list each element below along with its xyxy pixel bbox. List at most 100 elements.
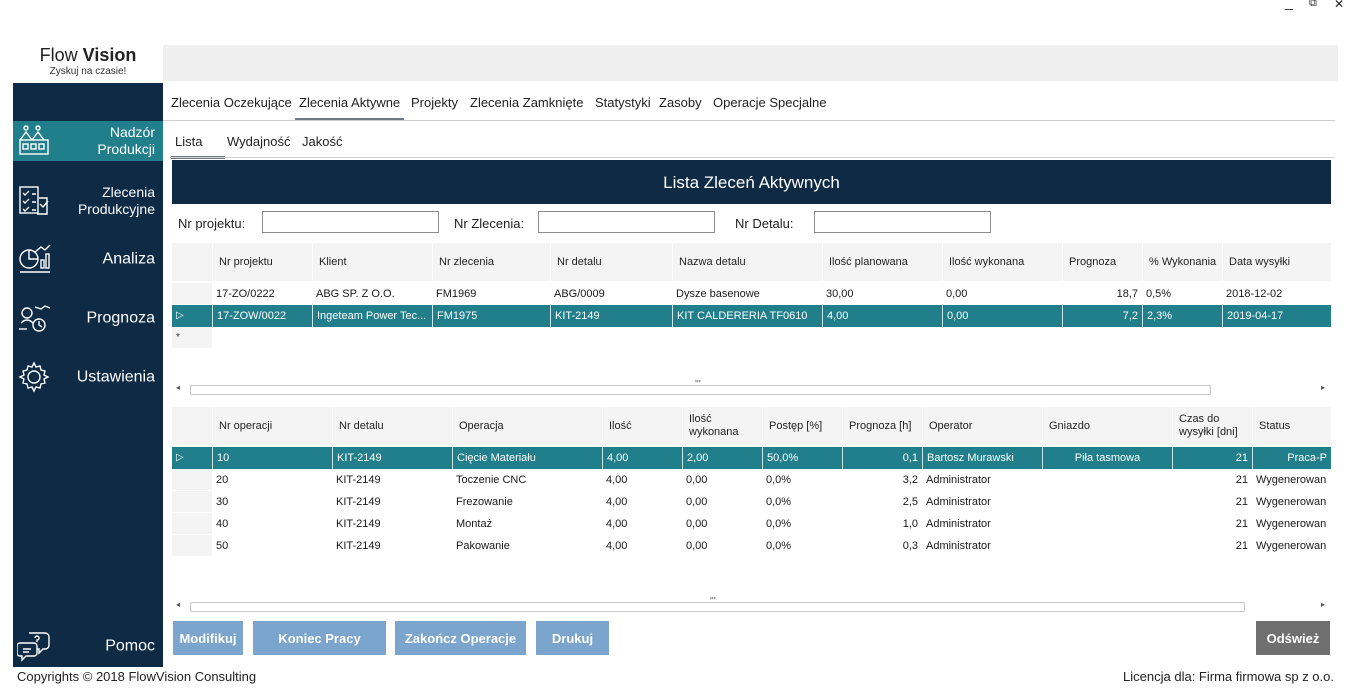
cell-detail-no: KIT-2149 [332,447,452,469]
cell-detail-no: KIT-2149 [336,540,381,552]
tab-zasoby[interactable]: Zasoby [655,94,706,118]
factory-icon [19,125,49,155]
minimize-button[interactable]: _ [1285,0,1293,10]
column-header[interactable]: Prognoza [1062,243,1142,281]
cell-op-no: 10 [212,447,332,469]
table-row[interactable]: 20 KIT-2149 Toczenie CNC 4,00 0,00 0,0% … [172,469,1331,491]
new-row[interactable]: * [172,327,1331,349]
sidebar: Nadzór Produkcji Zlecenia Produkcyjne Anal… [13,83,163,667]
restore-button[interactable]: ⧉ [1309,0,1317,10]
order-filter-input[interactable] [538,211,715,233]
finish-operations-button[interactable]: Zakończ Operacje [395,621,526,655]
column-header[interactable]: Ilość wykonana [682,407,762,445]
scroll-left-icon[interactable]: ◂ [176,383,180,392]
sidebar-item-zlecenia-produkcyjne[interactable]: Zlecenia Produkcyjne [13,181,163,221]
page-title: Lista Zleceń Aktywnych [172,160,1331,204]
column-header[interactable]: % Wykonania [1142,243,1222,281]
analytics-icon [19,244,51,273]
tab-statystyki[interactable]: Statystyki [591,94,655,118]
column-header[interactable]: Status [1252,407,1331,445]
copyright-text: Copyrights © 2018 FlowVision Consulting [17,669,257,684]
scroll-grip-icon[interactable]: ''' [710,596,716,607]
column-header[interactable]: Nazwa detalu [672,243,822,281]
column-header[interactable]: Czas do wysyłki [dni] [1172,407,1252,445]
cell-operator: Administrator [926,474,991,486]
cell-days-to-ship: 21 [1235,518,1248,530]
column-header[interactable]: Ilość planowana [822,243,942,281]
scroll-track[interactable] [190,602,1245,612]
cell-progress: 0,0% [766,474,792,486]
sidebar-item-ustawienia[interactable]: Ustawienia [13,357,163,397]
subtab-lista[interactable]: Lista [171,134,225,159]
close-button[interactable]: ✕ [1334,0,1344,11]
cell-days-to-ship: 21 [1235,474,1248,486]
scroll-grip-icon[interactable]: ''' [695,379,701,390]
column-header[interactable]: Nr zlecenia [432,243,550,281]
scroll-left-icon[interactable]: ◂ [176,600,180,609]
cell-workstation [1042,469,1172,491]
column-header[interactable]: Ilość [602,407,682,445]
cell-project: 17-ZO/0222 [216,288,275,300]
tab-zlecenia-aktywne[interactable]: Zlecenia Aktywne [295,94,405,121]
row-indicator [172,283,212,305]
scroll-right-icon[interactable]: ▸ [1321,383,1325,392]
cell-client: Ingeteam Power Tec... [312,305,432,327]
detail-filter-input[interactable] [814,211,991,233]
cell-detail-no: KIT-2149 [336,518,381,530]
brand-light: Flow [39,45,78,65]
subtab-jakosc[interactable]: Jakość [298,134,346,156]
tab-projekty[interactable]: Projekty [407,94,462,118]
cell-qty: 4,00 [606,474,628,486]
tab-operacje-specjalne[interactable]: Operacje Specjalne [709,94,830,118]
scroll-right-icon[interactable]: ▸ [1321,600,1325,609]
table-row-selected[interactable]: ▷ 10 KIT-2149 Cięcie Materiału 4,00 2,00… [172,447,1331,469]
print-button[interactable]: Drukuj [536,621,609,655]
refresh-button[interactable]: Odśwież [1256,621,1330,655]
sidebar-item-pomoc[interactable]: Pomoc [13,626,163,666]
column-header[interactable]: Nr projektu [212,243,312,281]
column-header[interactable]: Postęp [%] [762,407,842,445]
cell-forecast: 0,1 [842,447,922,469]
cell-forecast: 18,7 [1116,288,1138,300]
sidebar-item-analiza[interactable]: Analiza [13,239,163,279]
cell-op-no: 30 [216,496,229,508]
column-header[interactable]: Prognoza [h] [842,407,922,445]
table-row-selected[interactable]: ▷ 17-ZOW/0022 Ingeteam Power Tec... FM19… [172,305,1331,327]
table-row[interactable]: 50 KIT-2149 Pakowanie 4,00 0,00 0,0% 0,3… [172,535,1331,557]
end-work-button[interactable]: Koniec Pracy [253,621,386,655]
cell-operator: Bartosz Murawski [922,447,1042,469]
cell-qty-done: 0,00 [942,305,1062,327]
column-header[interactable]: Nr detalu [550,243,672,281]
table-row[interactable]: 40 KIT-2149 Montaż 4,00 0,00 0,0% 1,0 Ad… [172,513,1331,535]
subtab-wydajnosc[interactable]: Wydajność [223,134,294,156]
sidebar-item-nadzor-produkcji[interactable]: Nadzór Produkcji [13,121,163,161]
cell-days-to-ship: 21 [1235,496,1248,508]
column-header[interactable]: Operacja [452,407,602,445]
forecast-icon [19,305,51,332]
cell-progress: 0,0% [766,496,792,508]
cell-detail-name: KIT CALDERERIA TF0610 [672,305,822,327]
cell-operation: Toczenie CNC [456,474,527,486]
new-row-marker: * [172,327,212,349]
column-header[interactable]: Ilość wykonana [942,243,1062,281]
column-header[interactable]: Data wysyłki [1222,243,1331,281]
orders-grid-header: Nr projektu Klient Nr zlecenia Nr detalu… [172,243,1331,281]
modify-button[interactable]: Modifikuj [173,621,243,655]
operations-hscrollbar[interactable]: ◂ ''' ▸ [172,596,1331,612]
table-row[interactable]: 17-ZO/0222 ABG SP. Z O.O. FM1969 ABG/000… [172,283,1331,305]
column-header[interactable]: Klient [312,243,432,281]
column-header[interactable]: Nr detalu [332,407,452,445]
project-filter-input[interactable] [262,211,439,233]
tab-zlecenia-oczekujace[interactable]: Zlecenia Oczekujące [167,94,296,118]
cell-qty: 4,00 [602,447,682,469]
orders-hscrollbar[interactable]: ◂ ''' ▸ [172,379,1331,395]
column-header[interactable]: Gniazdo [1042,407,1172,445]
orders-grid: Nr projektu Klient Nr zlecenia Nr detalu… [172,243,1331,383]
cell-progress: 0,0% [766,518,792,530]
tab-zlecenia-zamkniete[interactable]: Zlecenia Zamknięte [466,94,587,118]
column-header[interactable]: Nr operacji [212,407,332,445]
sidebar-item-prognoza[interactable]: Prognoza [13,298,163,338]
cell-percent: 0,5% [1146,288,1172,300]
column-header[interactable]: Operator [922,407,1042,445]
table-row[interactable]: 30 KIT-2149 Frezowanie 4,00 0,00 0,0% 2,… [172,491,1331,513]
